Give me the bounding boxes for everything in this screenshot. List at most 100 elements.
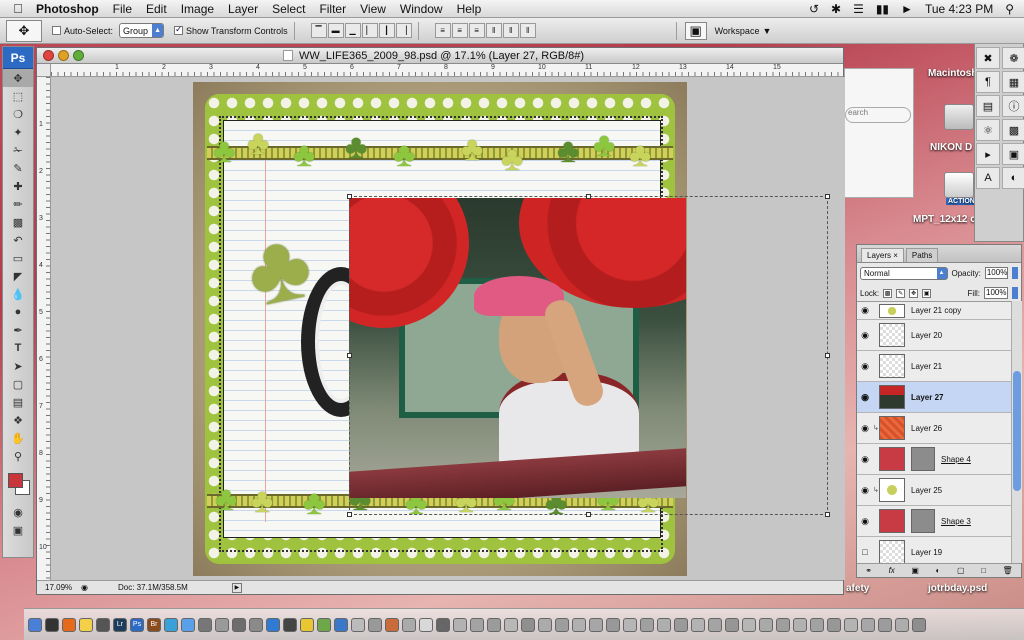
opacity-input[interactable]: 100%	[984, 267, 1009, 279]
dashboard-dock-icon[interactable]	[45, 617, 59, 632]
menu-file[interactable]: File	[113, 2, 132, 16]
lock-position-icon[interactable]: ✥	[909, 288, 919, 298]
minimized-window-icon[interactable]	[674, 617, 688, 632]
blur-tool-icon[interactable]: 💧	[3, 285, 33, 303]
minimized-window-icon[interactable]	[555, 617, 569, 632]
brushes-icon[interactable]: ⚛	[976, 119, 1000, 141]
history-brush-tool-icon[interactable]: ↶	[3, 231, 33, 249]
layer-row[interactable]: ◉ ↳ Layer 26	[857, 413, 1011, 444]
move-tool-icon[interactable]: ✥	[3, 69, 33, 87]
tools-panel-icon[interactable]: ✖	[976, 47, 1000, 69]
distribute-hcenter-button[interactable]: ‖	[502, 23, 519, 38]
app-dock-icon[interactable]	[96, 617, 110, 632]
transform-handle[interactable]	[825, 353, 830, 358]
minimized-window-icon[interactable]	[538, 617, 552, 632]
minimized-window-icon[interactable]	[453, 617, 467, 632]
file-label-mpt[interactable]: MPT_12x12 c	[913, 214, 976, 225]
volume-icon[interactable]: ►	[901, 2, 913, 16]
new-group-icon[interactable]: ▢	[957, 566, 965, 575]
bluetooth-icon[interactable]: ✱	[831, 2, 841, 16]
notes-dock-icon[interactable]	[79, 617, 93, 632]
lightroom-dock-icon[interactable]: Lr	[113, 617, 127, 632]
paint-bucket-tool-icon[interactable]: ◤	[3, 267, 33, 285]
finder-dock-icon[interactable]	[28, 617, 42, 632]
menu-view[interactable]: View	[360, 2, 386, 16]
pen-tool-icon[interactable]: ✒	[3, 321, 33, 339]
vector-mask-thumbnail[interactable]	[911, 447, 935, 471]
app-dock-icon[interactable]	[249, 617, 263, 632]
eye-icon[interactable]: ◉	[857, 330, 873, 341]
minimized-window-icon[interactable]	[623, 617, 637, 632]
trash-dock-icon[interactable]	[912, 617, 926, 632]
app-dock-icon[interactable]	[317, 617, 331, 632]
marquee-tool-icon[interactable]: ⬚	[3, 87, 33, 105]
eraser-tool-icon[interactable]: ▭	[3, 249, 33, 267]
firefox-dock-icon[interactable]	[62, 617, 76, 632]
transform-handle[interactable]	[347, 512, 352, 517]
fill-slider-button[interactable]	[1012, 287, 1018, 299]
eye-icon[interactable]: ◉	[857, 305, 873, 316]
minimize-button[interactable]	[58, 50, 69, 61]
layer-row[interactable]: □ Layer 19	[857, 537, 1011, 563]
minimized-window-icon[interactable]	[878, 617, 892, 632]
layer-row[interactable]: ◉ Layer 21	[857, 351, 1011, 382]
status-menu-icon[interactable]: ◉	[81, 583, 88, 592]
character-icon[interactable]: A	[976, 167, 1000, 189]
minimized-window-icon[interactable]	[572, 617, 586, 632]
distribute-top-button[interactable]: ≡	[434, 23, 451, 38]
align-hcenter-button[interactable]: ┃	[378, 23, 395, 38]
minimized-window-icon[interactable]	[827, 617, 841, 632]
menu-select[interactable]: Select	[272, 2, 305, 16]
eye-hidden-icon[interactable]: □	[857, 547, 873, 557]
minimized-window-icon[interactable]	[844, 617, 858, 632]
lock-all-icon[interactable]: ▣	[922, 288, 932, 298]
minimized-window-icon[interactable]	[521, 617, 535, 632]
notes-tool-icon[interactable]: ▤	[3, 393, 33, 411]
layer-row[interactable]: ◉ Layer 20	[857, 320, 1011, 351]
layer-row[interactable]: ◉ ↳ Layer 25	[857, 475, 1011, 506]
app-dock-icon[interactable]	[436, 617, 450, 632]
minimized-window-icon[interactable]	[861, 617, 875, 632]
minimized-window-icon[interactable]	[589, 617, 603, 632]
menu-window[interactable]: Window	[400, 2, 443, 16]
healing-brush-tool-icon[interactable]: ✚	[3, 177, 33, 195]
trash-icon[interactable]: 🗑	[1003, 566, 1013, 575]
menu-image[interactable]: Image	[181, 2, 214, 16]
hard-drive-icon[interactable]	[944, 104, 974, 130]
fill-input[interactable]: 100%	[984, 287, 1008, 299]
auto-select-checkbox[interactable]	[52, 26, 61, 35]
minimized-window-icon[interactable]	[793, 617, 807, 632]
app-dock-icon[interactable]	[334, 617, 348, 632]
app-dock-icon[interactable]	[232, 617, 246, 632]
lasso-tool-icon[interactable]: ❍	[3, 105, 33, 123]
finder-window[interactable]: earch	[844, 68, 914, 198]
eye-icon[interactable]: ◉	[857, 361, 873, 372]
menu-layer[interactable]: Layer	[228, 2, 258, 16]
layer-style-icon[interactable]: fx	[889, 566, 895, 575]
notes-panel-icon[interactable]: ▤	[976, 95, 1000, 117]
app-dock-icon[interactable]	[181, 617, 195, 632]
minimized-window-icon[interactable]	[691, 617, 705, 632]
time-machine-icon[interactable]: ↺	[809, 2, 819, 16]
brush-tool-icon[interactable]: ✏	[3, 195, 33, 213]
app-dock-icon[interactable]	[198, 617, 212, 632]
nikon-drive-label[interactable]: NIKON D	[930, 142, 972, 153]
bridge-dock-icon[interactable]: Br	[147, 617, 161, 632]
app-dock-icon[interactable]	[164, 617, 178, 632]
ruler-origin[interactable]	[37, 64, 51, 77]
transform-handle[interactable]	[347, 353, 352, 358]
app-dock-icon[interactable]	[215, 617, 229, 632]
zoom-button[interactable]	[73, 50, 84, 61]
hand-tool-icon[interactable]: ✋	[3, 429, 33, 447]
styles-icon[interactable]: ▣	[1002, 143, 1024, 165]
transform-bounding-box[interactable]	[347, 194, 830, 517]
crop-tool-icon[interactable]: ✁	[3, 141, 33, 159]
type-tool-icon[interactable]: T	[3, 339, 33, 357]
eye-icon[interactable]: ◉	[857, 485, 873, 496]
layer-list-scrollbar[interactable]	[1011, 301, 1022, 563]
status-arrow-icon[interactable]: ▶	[231, 582, 242, 593]
align-bottom-button[interactable]: ▁	[344, 23, 361, 38]
lock-transparency-icon[interactable]: ▩	[883, 288, 893, 298]
foreground-color-swatch[interactable]	[8, 473, 23, 488]
app-dock-icon[interactable]	[266, 617, 280, 632]
